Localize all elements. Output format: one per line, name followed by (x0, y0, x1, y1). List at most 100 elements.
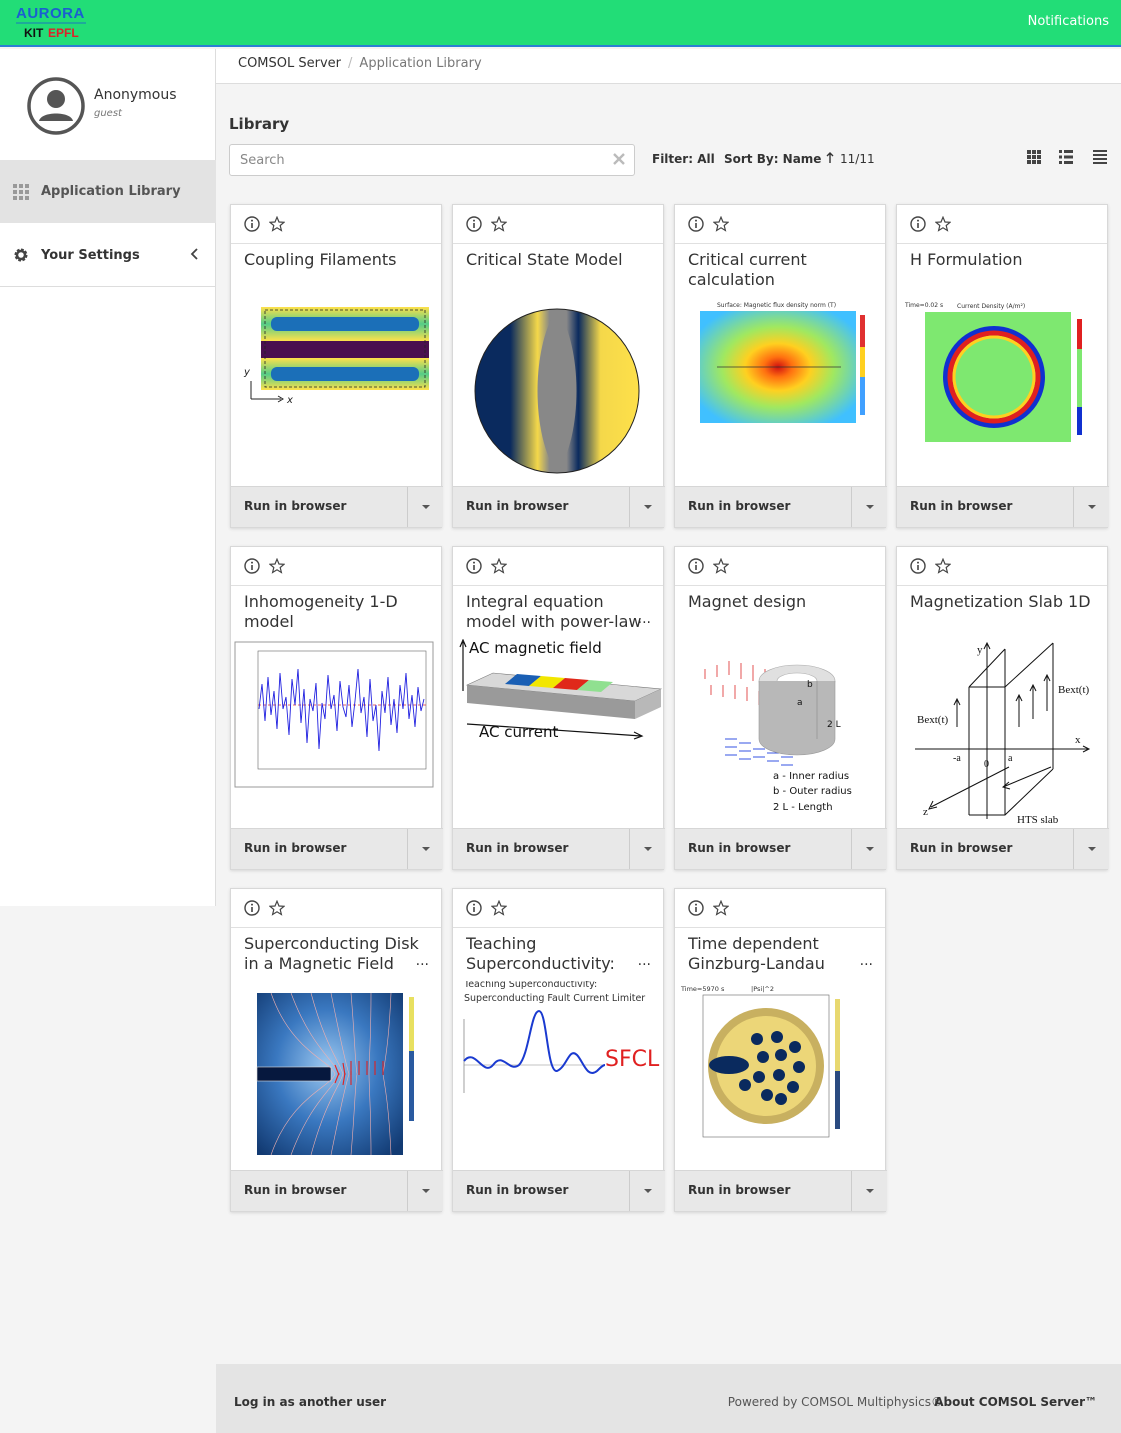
run-in-browser-button[interactable]: Run in browser (675, 1171, 851, 1211)
favorite-star-icon[interactable] (713, 558, 729, 574)
run-in-browser-button[interactable]: Run in browser (675, 829, 851, 869)
caret-down-icon (644, 1189, 652, 1193)
bext-right-label: Bext(t) (1058, 684, 1089, 696)
search-input[interactable] (230, 145, 590, 175)
card-title[interactable]: Critical State Model (466, 250, 652, 270)
run-in-browser-button[interactable]: Run in browser (453, 1171, 629, 1211)
user-avatar-icon (27, 77, 85, 135)
app-card-magnet-design[interactable]: Magnet design b a 2 L a - Inner radius b… (674, 546, 887, 870)
app-card-magnetization-slab-1d[interactable]: Magnetization Slab 1D y x z Bext(t) Bext… (896, 546, 1109, 870)
app-card-integral-equation-model[interactable]: Integral equation model with power-law .… (452, 546, 665, 870)
app-card-coupling-filaments[interactable]: Coupling Filaments y x Run in browser (230, 204, 443, 528)
run-options-dropdown[interactable] (629, 829, 665, 869)
card-header (897, 547, 1107, 586)
sort-dropdown[interactable]: Sort By: Name (724, 152, 834, 166)
clear-search-icon[interactable] (612, 152, 626, 166)
card-title[interactable]: Inhomogeneity 1-D model (244, 592, 430, 632)
favorite-star-icon[interactable] (935, 216, 951, 232)
plot-title: Current Density (A/m²) (957, 303, 1025, 310)
info-icon[interactable] (688, 900, 704, 916)
run-options-dropdown[interactable] (629, 487, 665, 527)
run-options-dropdown[interactable] (851, 487, 887, 527)
card-title[interactable]: Critical current calculation (688, 250, 874, 290)
search-box (229, 144, 635, 176)
favorite-star-icon[interactable] (491, 900, 507, 916)
card-title[interactable]: H Formulation (910, 250, 1096, 270)
about-comsol-server-link[interactable]: About COMSOL Server™ (934, 1395, 1097, 1409)
run-in-browser-button[interactable]: Run in browser (675, 487, 851, 527)
info-icon[interactable] (466, 900, 482, 916)
app-card-critical-current-calculation[interactable]: Critical current calculation Surface: Ma… (674, 204, 887, 528)
chevron-left-icon[interactable] (190, 248, 198, 260)
favorite-star-icon[interactable] (269, 216, 285, 232)
run-options-dropdown[interactable] (1073, 829, 1109, 869)
grid-view-icon[interactable] (1027, 150, 1041, 164)
card-title[interactable]: Time dependent Ginzburg-Landau (688, 934, 874, 974)
run-in-browser-button[interactable]: Run in browser (897, 487, 1073, 527)
favorite-star-icon[interactable] (491, 216, 507, 232)
run-options-dropdown[interactable] (629, 1171, 665, 1211)
run-options-dropdown[interactable] (407, 1171, 443, 1211)
card-footer: Run in browser (453, 828, 665, 869)
run-in-browser-button[interactable]: Run in browser (897, 829, 1073, 869)
sidebar-item-label: Application Library (41, 184, 181, 199)
app-card-inhomogeneity-1d[interactable]: Inhomogeneity 1-D model Run in browser (230, 546, 443, 870)
caret-down-icon (1088, 505, 1096, 509)
breadcrumb: COMSOL Server / Application Library (216, 49, 1121, 84)
card-footer: Run in browser (231, 486, 443, 527)
card-title[interactable]: Integral equation model with power-law (466, 592, 652, 632)
card-title[interactable]: Teaching Superconductivity: (466, 934, 652, 974)
run-options-dropdown[interactable] (1073, 487, 1109, 527)
info-icon[interactable] (466, 558, 482, 574)
favorite-star-icon[interactable] (935, 558, 951, 574)
run-in-browser-button[interactable]: Run in browser (453, 829, 629, 869)
caret-down-icon (866, 505, 874, 509)
run-options-dropdown[interactable] (407, 829, 443, 869)
user-name: Anonymous (94, 87, 177, 103)
page-footer: Log in as another user Powered by COMSOL… (216, 1364, 1121, 1433)
sidebar-item-your-settings[interactable]: Your Settings (0, 224, 216, 287)
app-card-time-dependent-gl[interactable]: Time dependent Ginzburg-Landau ... Time=… (674, 888, 887, 1212)
card-title[interactable]: Coupling Filaments (244, 250, 430, 270)
info-icon[interactable] (910, 216, 926, 232)
hts-slab-label: HTS slab (1017, 814, 1059, 826)
card-title[interactable]: Magnet design (688, 592, 874, 612)
run-options-dropdown[interactable] (851, 1171, 887, 1211)
list-view-icon[interactable] (1059, 150, 1073, 164)
info-icon[interactable] (466, 216, 482, 232)
favorite-star-icon[interactable] (491, 558, 507, 574)
caret-down-icon (422, 1189, 430, 1193)
run-in-browser-button[interactable]: Run in browser (453, 487, 629, 527)
log-in-as-another-user-link[interactable]: Log in as another user (234, 1395, 386, 1409)
favorite-star-icon[interactable] (269, 558, 285, 574)
info-icon[interactable] (244, 216, 260, 232)
run-in-browser-button[interactable]: Run in browser (231, 487, 407, 527)
info-icon[interactable] (244, 900, 260, 916)
info-icon[interactable] (688, 216, 704, 232)
app-card-h-formulation[interactable]: H Formulation Time=0.02 s Current Densit… (896, 204, 1109, 528)
breadcrumb-root[interactable]: COMSOL Server (238, 56, 341, 71)
filter-dropdown[interactable]: Filter: All (652, 152, 715, 166)
app-card-superconducting-disk[interactable]: Superconducting Disk in a Magnetic Field… (230, 888, 443, 1212)
favorite-star-icon[interactable] (269, 900, 285, 916)
notifications-link[interactable]: Notifications (1028, 14, 1109, 29)
run-options-dropdown[interactable] (407, 487, 443, 527)
app-card-critical-state-model[interactable]: Critical State Model Run in browser (452, 204, 665, 528)
favorite-star-icon[interactable] (713, 216, 729, 232)
card-title[interactable]: Magnetization Slab 1D (910, 592, 1096, 612)
favorite-star-icon[interactable] (713, 900, 729, 916)
aurora-logo[interactable]: AURORA KIT EPFL (16, 5, 88, 41)
run-in-browser-button[interactable]: Run in browser (231, 829, 407, 869)
run-options-dropdown[interactable] (851, 829, 887, 869)
critical-current-thumbnail: Surface: Magnetic flux density norm (T) (700, 302, 865, 423)
caret-down-icon (866, 1189, 874, 1193)
info-icon[interactable] (910, 558, 926, 574)
sidebar-item-application-library[interactable]: Application Library (0, 160, 216, 223)
info-icon[interactable] (244, 558, 260, 574)
info-icon[interactable] (688, 558, 704, 574)
app-card-teaching-superconductivity[interactable]: Teaching Superconductivity: ... Teaching… (452, 888, 665, 1212)
table-view-icon[interactable] (1093, 150, 1107, 164)
run-in-browser-button[interactable]: Run in browser (231, 1171, 407, 1211)
thumb-line-1: Teaching Superconductivity: (463, 981, 597, 990)
card-title[interactable]: Superconducting Disk in a Magnetic Field (244, 934, 430, 974)
